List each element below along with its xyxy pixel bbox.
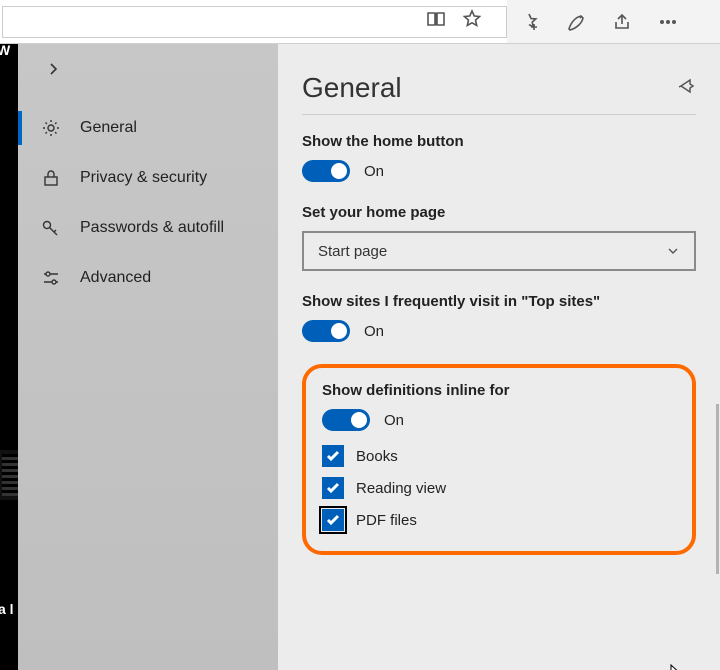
sidebar-item-general[interactable]: General <box>18 103 278 153</box>
toggle-status: On <box>364 323 384 340</box>
favorite-star-icon[interactable] <box>462 9 498 34</box>
add-favorite-icon[interactable] <box>507 0 553 43</box>
scrollbar[interactable] <box>716 404 719 574</box>
section-home-page-label: Set your home page <box>302 204 696 221</box>
lock-icon <box>40 167 62 189</box>
divider <box>302 114 696 115</box>
sidebar-item-advanced[interactable]: Advanced <box>18 253 278 303</box>
select-value: Start page <box>318 243 387 260</box>
settings-sidebar: General Privacy & security Passwords & a… <box>18 44 278 670</box>
address-bar[interactable] <box>2 6 507 38</box>
checkbox-pdf-files[interactable] <box>322 509 344 531</box>
page-title: General <box>302 72 402 104</box>
gear-icon <box>40 117 62 139</box>
pin-icon[interactable] <box>678 77 696 100</box>
reading-view-icon[interactable] <box>426 11 462 32</box>
checkbox-reading-view[interactable] <box>322 477 344 499</box>
key-icon <box>40 217 62 239</box>
sidebar-item-label: Passwords & autofill <box>80 219 224 237</box>
sidebar-item-label: Advanced <box>80 269 151 287</box>
chevron-down-icon <box>666 244 680 258</box>
toggle-home-button[interactable] <box>302 160 350 182</box>
sidebar-item-label: Privacy & security <box>80 169 207 187</box>
section-definitions-label: Show definitions inline for <box>322 382 676 399</box>
toggle-definitions[interactable] <box>322 409 370 431</box>
checkbox-label: Books <box>356 448 398 465</box>
highlighted-section: Show definitions inline for On Books Rea… <box>302 364 696 555</box>
toggle-status: On <box>364 163 384 180</box>
sidebar-item-privacy[interactable]: Privacy & security <box>18 153 278 203</box>
section-top-sites-label: Show sites I frequently visit in "Top si… <box>302 293 696 310</box>
sidebar-item-passwords[interactable]: Passwords & autofill <box>18 203 278 253</box>
mouse-cursor-icon <box>670 664 686 670</box>
checkbox-books[interactable] <box>322 445 344 467</box>
back-chevron-icon[interactable] <box>18 62 278 81</box>
settings-content: General Show the home button On Set your… <box>278 44 720 670</box>
background-page-strip: W a l <box>0 44 18 670</box>
sliders-icon <box>40 267 62 289</box>
more-icon[interactable] <box>645 0 691 43</box>
section-home-button-label: Show the home button <box>302 133 696 150</box>
checkbox-label: PDF files <box>356 512 417 529</box>
toolbar-actions <box>507 0 720 43</box>
sidebar-item-label: General <box>80 119 137 137</box>
toggle-status: On <box>384 412 404 429</box>
toggle-top-sites[interactable] <box>302 320 350 342</box>
checkbox-label: Reading view <box>356 480 446 497</box>
notes-icon[interactable] <box>553 0 599 43</box>
home-page-select[interactable]: Start page <box>302 231 696 271</box>
browser-toolbar <box>0 0 720 44</box>
share-icon[interactable] <box>599 0 645 43</box>
